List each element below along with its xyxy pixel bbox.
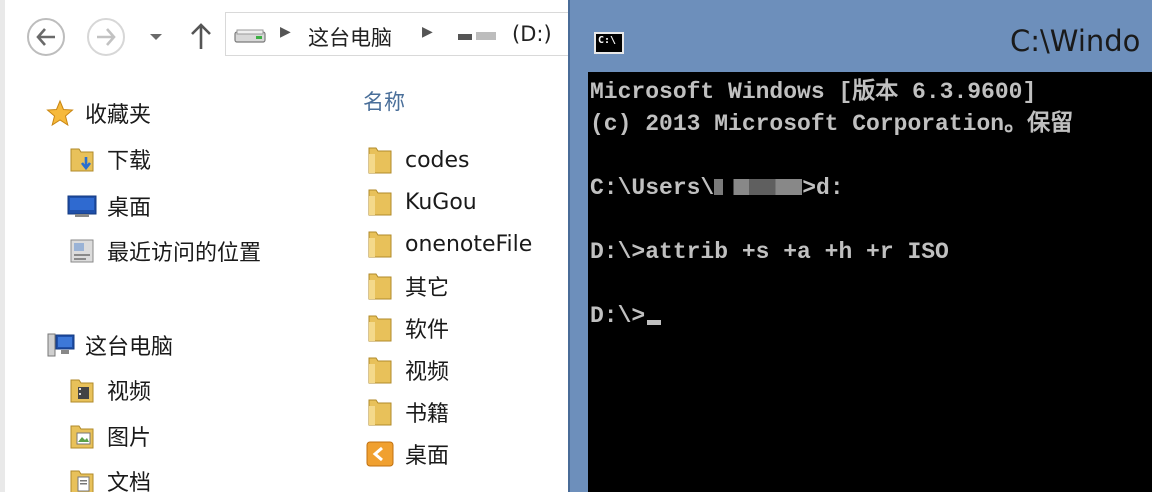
- navigation-bar: ▶ 这台电脑 ▶ (D:): [5, 0, 585, 68]
- file-explorer-window: ▶ 这台电脑 ▶ (D:) 收藏夹 下载 桌面 最近访问的位置 这台电脑 视频 …: [0, 0, 585, 492]
- list-item[interactable]: KuGou: [365, 185, 477, 219]
- list-item[interactable]: 书籍: [365, 395, 449, 429]
- console-line: C:\Users\ >d:: [590, 172, 844, 204]
- command-prompt-window[interactable]: C:\ C:\Windo Microsoft Windows [版本 6.3.9…: [568, 0, 1152, 492]
- console-line: D:\>attrib +s +a +h +r ISO: [590, 239, 949, 265]
- cmd-console[interactable]: Microsoft Windows [版本 6.3.9600] (c) 2013…: [588, 72, 1152, 492]
- tree-item-desktop[interactable]: 桌面: [67, 189, 151, 223]
- arrow-right-icon: [97, 28, 116, 46]
- tree-this-pc-label: 这台电脑: [85, 335, 174, 360]
- folder-icon: [365, 313, 395, 343]
- star-icon: [45, 98, 75, 128]
- tree-item-downloads[interactable]: 下载: [67, 142, 151, 176]
- tree-item-label: 文档: [107, 471, 152, 492]
- documents-folder-icon: [67, 466, 97, 492]
- tree-item-videos[interactable]: 视频: [67, 373, 151, 407]
- chevron-right-icon[interactable]: ▶: [422, 24, 433, 40]
- list-item[interactable]: codes: [365, 143, 470, 177]
- console-line: D:\>: [590, 300, 662, 332]
- navigation-pane: 收藏夹 下载 桌面 最近访问的位置 这台电脑 视频 图片 文档: [5, 68, 327, 492]
- cmd-app-icon-text: C:\: [598, 35, 617, 46]
- console-prompt: D:\>: [590, 303, 646, 329]
- column-header-name[interactable]: 名称: [363, 86, 405, 116]
- breadcrumb-this-pc[interactable]: 这台电脑: [308, 22, 392, 52]
- videos-folder-icon: [67, 375, 97, 405]
- file-name: codes: [405, 147, 470, 173]
- folder-icon: [365, 145, 395, 175]
- redacted-username: [714, 179, 803, 195]
- file-list: 名称 codes KuGou onenoteFile 其它 软件 视频 书籍 桌…: [327, 68, 580, 492]
- desktop-shortcut-icon: [365, 439, 395, 469]
- file-name: onenoteFile: [405, 231, 533, 257]
- address-bar[interactable]: ▶ 这台电脑 ▶ (D:): [225, 12, 585, 56]
- folder-icon: [365, 271, 395, 301]
- tree-favorites-label: 收藏夹: [85, 103, 152, 128]
- back-button[interactable]: [27, 18, 65, 56]
- cmd-app-icon[interactable]: C:\: [594, 32, 624, 54]
- drive-icon: [234, 29, 266, 43]
- arrow-left-icon: [36, 28, 55, 46]
- tree-item-label: 下载: [107, 149, 152, 174]
- cmd-titlebar[interactable]: C:\ C:\Windo: [570, 0, 1152, 72]
- tree-favorites[interactable]: 收藏夹: [45, 96, 151, 130]
- breadcrumb-drive-d[interactable]: (D:): [512, 22, 552, 46]
- forward-button[interactable]: [87, 18, 125, 56]
- file-name: 桌面: [405, 444, 450, 469]
- file-name: 视频: [405, 360, 450, 385]
- tree-item-documents[interactable]: 文档: [67, 464, 151, 492]
- file-name: KuGou: [405, 189, 477, 215]
- computer-icon: [45, 330, 75, 360]
- list-item[interactable]: 其它: [365, 269, 449, 303]
- up-arrow-button[interactable]: [187, 22, 215, 52]
- tree-item-label: 最近访问的位置: [107, 241, 262, 266]
- drive-label-redacted-icon: [458, 32, 496, 40]
- console-command: >d:: [802, 175, 844, 201]
- tree-item-label: 桌面: [107, 196, 152, 221]
- tree-this-pc[interactable]: 这台电脑: [45, 328, 173, 362]
- list-item[interactable]: 视频: [365, 353, 449, 387]
- folder-icon: [365, 187, 395, 217]
- pictures-folder-icon: [67, 421, 97, 451]
- text-cursor: [647, 320, 662, 325]
- recent-places-icon: [67, 236, 97, 266]
- list-item[interactable]: 软件: [365, 311, 449, 345]
- downloads-folder-icon: [67, 144, 97, 174]
- tree-item-label: 图片: [107, 426, 152, 451]
- tree-item-pictures[interactable]: 图片: [67, 419, 151, 453]
- tree-item-label: 视频: [107, 380, 152, 405]
- folder-icon: [365, 355, 395, 385]
- folder-icon: [365, 229, 395, 259]
- file-name: 书籍: [405, 402, 450, 427]
- file-name: 软件: [405, 318, 450, 343]
- recent-locations-dropdown[interactable]: [147, 30, 165, 44]
- desktop-icon: [67, 191, 97, 221]
- tree-item-recent-places[interactable]: 最近访问的位置: [67, 234, 261, 268]
- list-item[interactable]: 桌面: [365, 437, 449, 471]
- console-path-prefix: C:\Users\: [590, 175, 715, 201]
- console-line: (c) 2013 Microsoft Corporation。保留: [590, 111, 1074, 137]
- cmd-window-title: C:\Windo: [1010, 24, 1141, 58]
- console-line: Microsoft Windows [版本 6.3.9600]: [590, 79, 1037, 105]
- list-item[interactable]: onenoteFile: [365, 227, 532, 261]
- chevron-right-icon[interactable]: ▶: [280, 24, 291, 40]
- folder-icon: [365, 397, 395, 427]
- file-name: 其它: [405, 276, 450, 301]
